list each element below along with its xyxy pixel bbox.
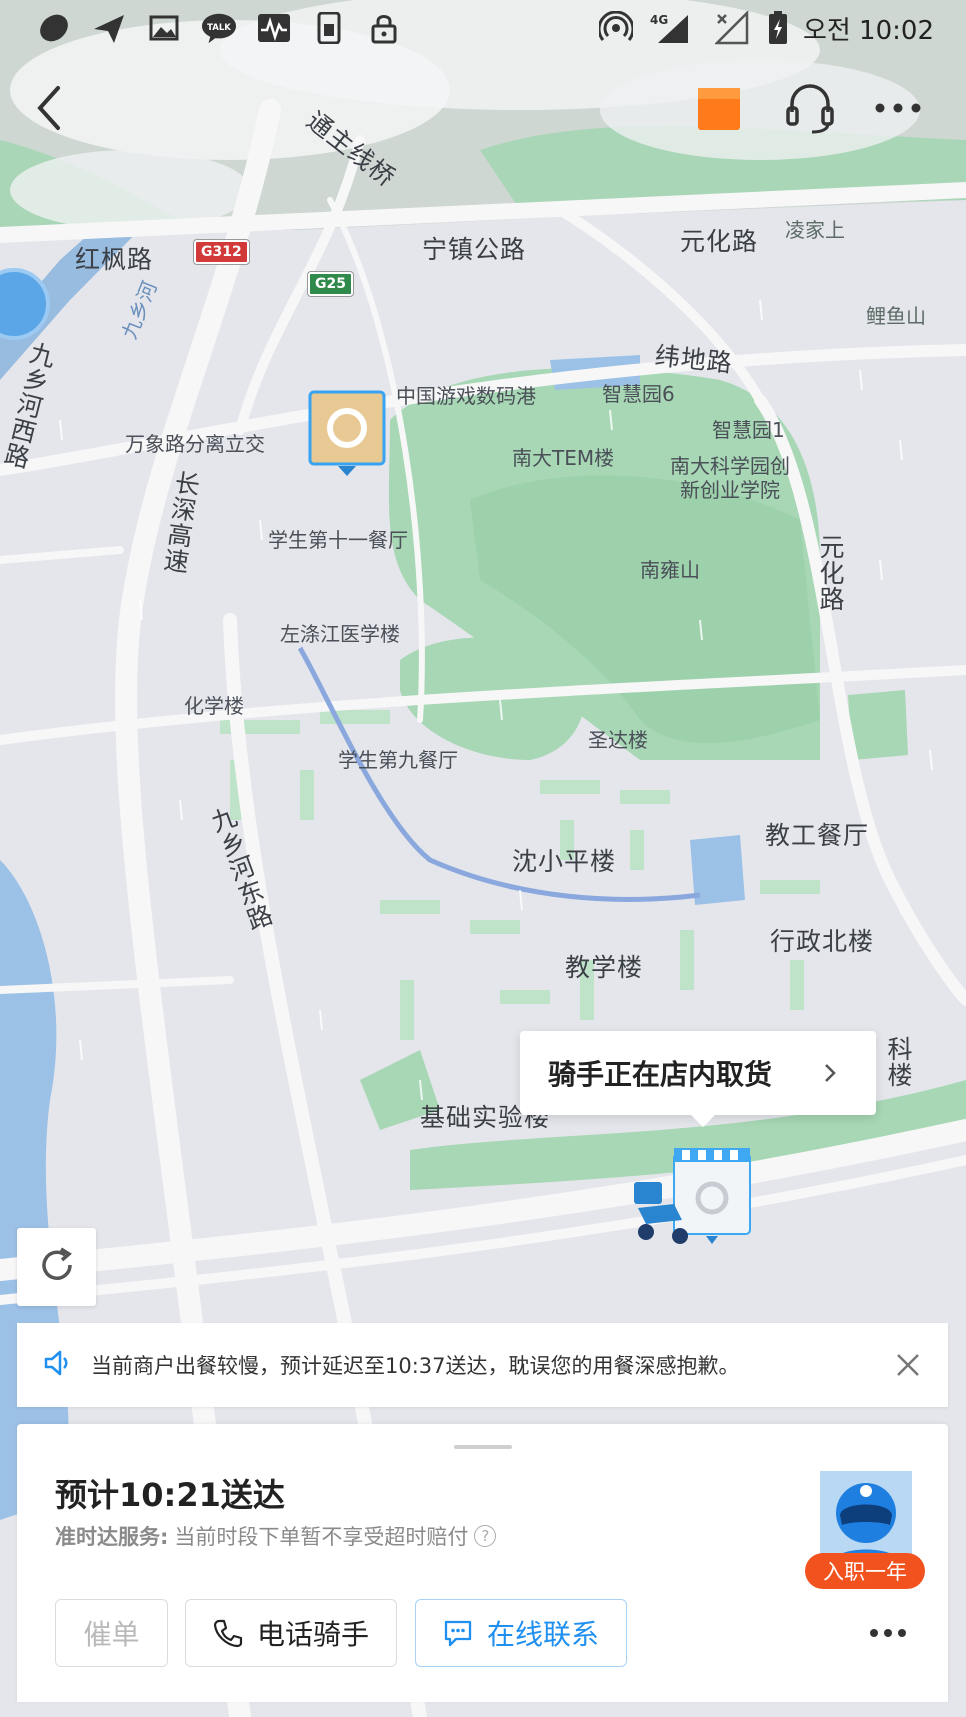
map-label-science-building: 科楼 <box>884 1036 913 1088</box>
map-label-tem-building: 南大TEM楼 <box>512 446 615 470</box>
delay-notice-text: 当前商户出餐较慢，预计延迟至10:37送达，耽误您的用餐深感抱歉。 <box>91 1354 740 1378</box>
online-chat-button[interactable]: 在线联系 <box>415 1599 627 1667</box>
no-signal-icon <box>714 10 750 46</box>
ontime-service-desc: 当前时段下单暂不享受超时赔付 <box>174 1525 469 1549</box>
order-status-panel: 预计10:21送达 准时达服务: 当前时段下单暂不享受超时赔付 ? 入职一年 催… <box>17 1424 948 1702</box>
call-rider-label: 电话骑手 <box>256 1618 369 1651</box>
map-label-shen-xiaoping: 沈小平楼 <box>512 847 617 876</box>
help-icon[interactable]: ? <box>474 1525 497 1547</box>
chevron-left-icon <box>28 86 76 140</box>
pulse-icon <box>256 10 292 46</box>
network-label: 4G <box>650 13 668 27</box>
talk-icon: TALK <box>201 10 237 46</box>
status-time: 오전 10:02 <box>802 16 934 46</box>
talk-icon-label: TALK <box>207 23 231 33</box>
map-label-canteen-11: 学生第十一餐厅 <box>268 528 408 552</box>
more-dots-icon <box>870 103 926 130</box>
map-label-yuanhua-road-top: 元化路 <box>680 227 759 256</box>
highway-badge-g312: G312 <box>194 240 249 264</box>
close-icon[interactable] <box>894 1351 922 1379</box>
tenure-badge: 入职一年 <box>805 1553 925 1589</box>
drag-handle[interactable] <box>454 1445 512 1449</box>
map-label-wanxiang-interchange: 万象路分离立交 <box>125 432 265 456</box>
phone-icon <box>213 1619 243 1648</box>
lock-icon <box>366 10 402 46</box>
avatar[interactable] <box>820 1471 912 1563</box>
sim-icon <box>311 10 347 46</box>
urge-order-button[interactable]: 催单 <box>55 1599 168 1667</box>
map-label-innovation-college: 南大科学园创新创业学院 <box>670 454 790 502</box>
rider-status-tooltip[interactable]: 骑手正在店内取货 <box>520 1031 876 1127</box>
chat-icon <box>444 1620 472 1647</box>
map-label-canteen-9: 学生第九餐厅 <box>338 748 458 772</box>
chevron-right-icon <box>822 1061 838 1085</box>
battery-icon <box>760 10 796 46</box>
map-label-chemistry: 化学楼 <box>184 694 244 718</box>
highway-badge-g25: G25 <box>308 272 353 296</box>
map-label-teaching-building: 教学楼 <box>565 953 644 982</box>
urge-order-label: 催单 <box>83 1618 140 1651</box>
refresh-button[interactable] <box>17 1228 96 1306</box>
map-label-zhihui-1: 智慧园1 <box>712 418 785 442</box>
leaf-app-icon <box>36 10 72 46</box>
back-button[interactable] <box>28 80 76 136</box>
ontime-service-row: 准时达服务: 当前时段下单暂不享受超时赔付 ? <box>55 1521 497 1551</box>
call-rider-button[interactable]: 电话骑手 <box>185 1599 397 1667</box>
headset-icon <box>784 84 836 140</box>
map-label-nanyong-mountain: 南雍山 <box>640 558 700 582</box>
eta-title: 预计10:21送达 <box>55 1476 285 1514</box>
customer-service-button[interactable] <box>784 80 836 136</box>
map-label-admin-north: 行政北楼 <box>770 927 875 956</box>
store-button[interactable] <box>698 84 740 132</box>
speaker-icon <box>43 1348 73 1382</box>
panel-more-button[interactable] <box>866 1619 910 1647</box>
map-label-lingjia: 凌家上 <box>785 218 845 242</box>
map-label-hongfeng-road: 红枫路 <box>75 245 154 274</box>
rider-marker[interactable] <box>634 1148 760 1258</box>
shop-bag-icon <box>698 88 740 136</box>
map-label-staff-canteen: 教工餐厅 <box>765 821 870 850</box>
more-button[interactable] <box>870 90 926 126</box>
delay-notice-bar: 当前商户出餐较慢，预计延迟至10:37送达，耽误您的用餐深感抱歉。 <box>17 1323 948 1407</box>
ontime-service-label: 准时达服务: <box>55 1525 169 1549</box>
map-label-ningzhen-road: 宁镇公路 <box>422 235 527 264</box>
destination-marker[interactable] <box>308 390 386 476</box>
map-label-yuanhua-road-east: 元化路 <box>816 534 845 612</box>
online-chat-label: 在线联系 <box>486 1618 599 1651</box>
send-icon <box>91 10 127 46</box>
map-label-zuotao-medical: 左涤江医学楼 <box>280 622 400 646</box>
map-label-shengda: 圣达楼 <box>588 728 648 752</box>
rider-status-text: 骑手正在店内取货 <box>548 1058 773 1091</box>
map-label-zhihui-6: 智慧园6 <box>602 382 675 406</box>
hotspot-icon <box>598 10 634 46</box>
map-label-game-port: 中国游戏数码港 <box>396 384 536 408</box>
status-bar: TALK 4G 오전 10:02 <box>0 0 966 56</box>
refresh-icon <box>37 1245 77 1289</box>
map-label-liyu-mountain: 鲤鱼山 <box>866 304 926 328</box>
gallery-icon <box>146 10 182 46</box>
signal-icon: 4G <box>648 10 692 46</box>
more-dots-icon <box>866 1629 910 1651</box>
